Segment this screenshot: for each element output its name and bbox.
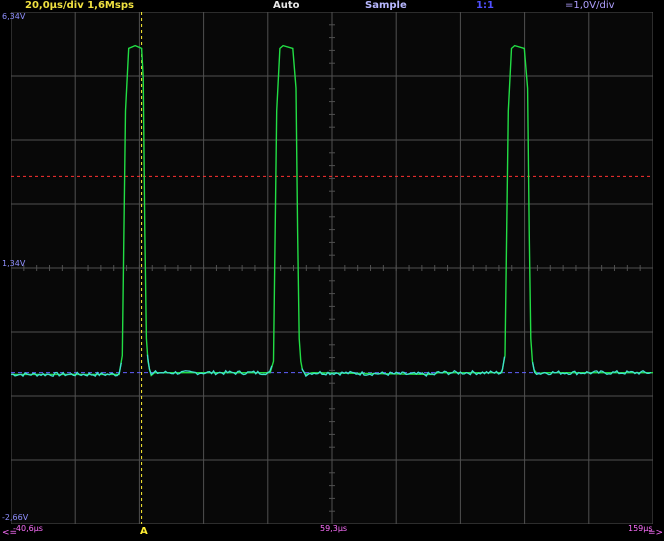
channel-scale[interactable]: =1,0V/div [565, 0, 615, 12]
oscilloscope-display[interactable]: \ [11, 12, 653, 524]
probe-ratio[interactable]: 1:1 [476, 0, 494, 12]
time-bar: <= -40,6µs A 59,3µs 159µs => [0, 524, 664, 541]
scroll-right-button[interactable]: => [648, 528, 663, 538]
trigger-mode[interactable]: Auto [273, 0, 300, 12]
y-label-middle: 1,34V [2, 259, 26, 268]
trigger-position-marker[interactable]: A [140, 526, 148, 537]
time-label-center: 59,3µs [320, 524, 348, 533]
timebase-readout[interactable]: 20,0µs/div 1,6Msps [25, 0, 134, 12]
time-label-left: -40,6µs [13, 524, 43, 533]
y-label-top: 6,34V [2, 12, 26, 21]
acquisition-mode[interactable]: Sample [365, 0, 407, 12]
y-label-bottom: -2,66V [2, 513, 29, 522]
